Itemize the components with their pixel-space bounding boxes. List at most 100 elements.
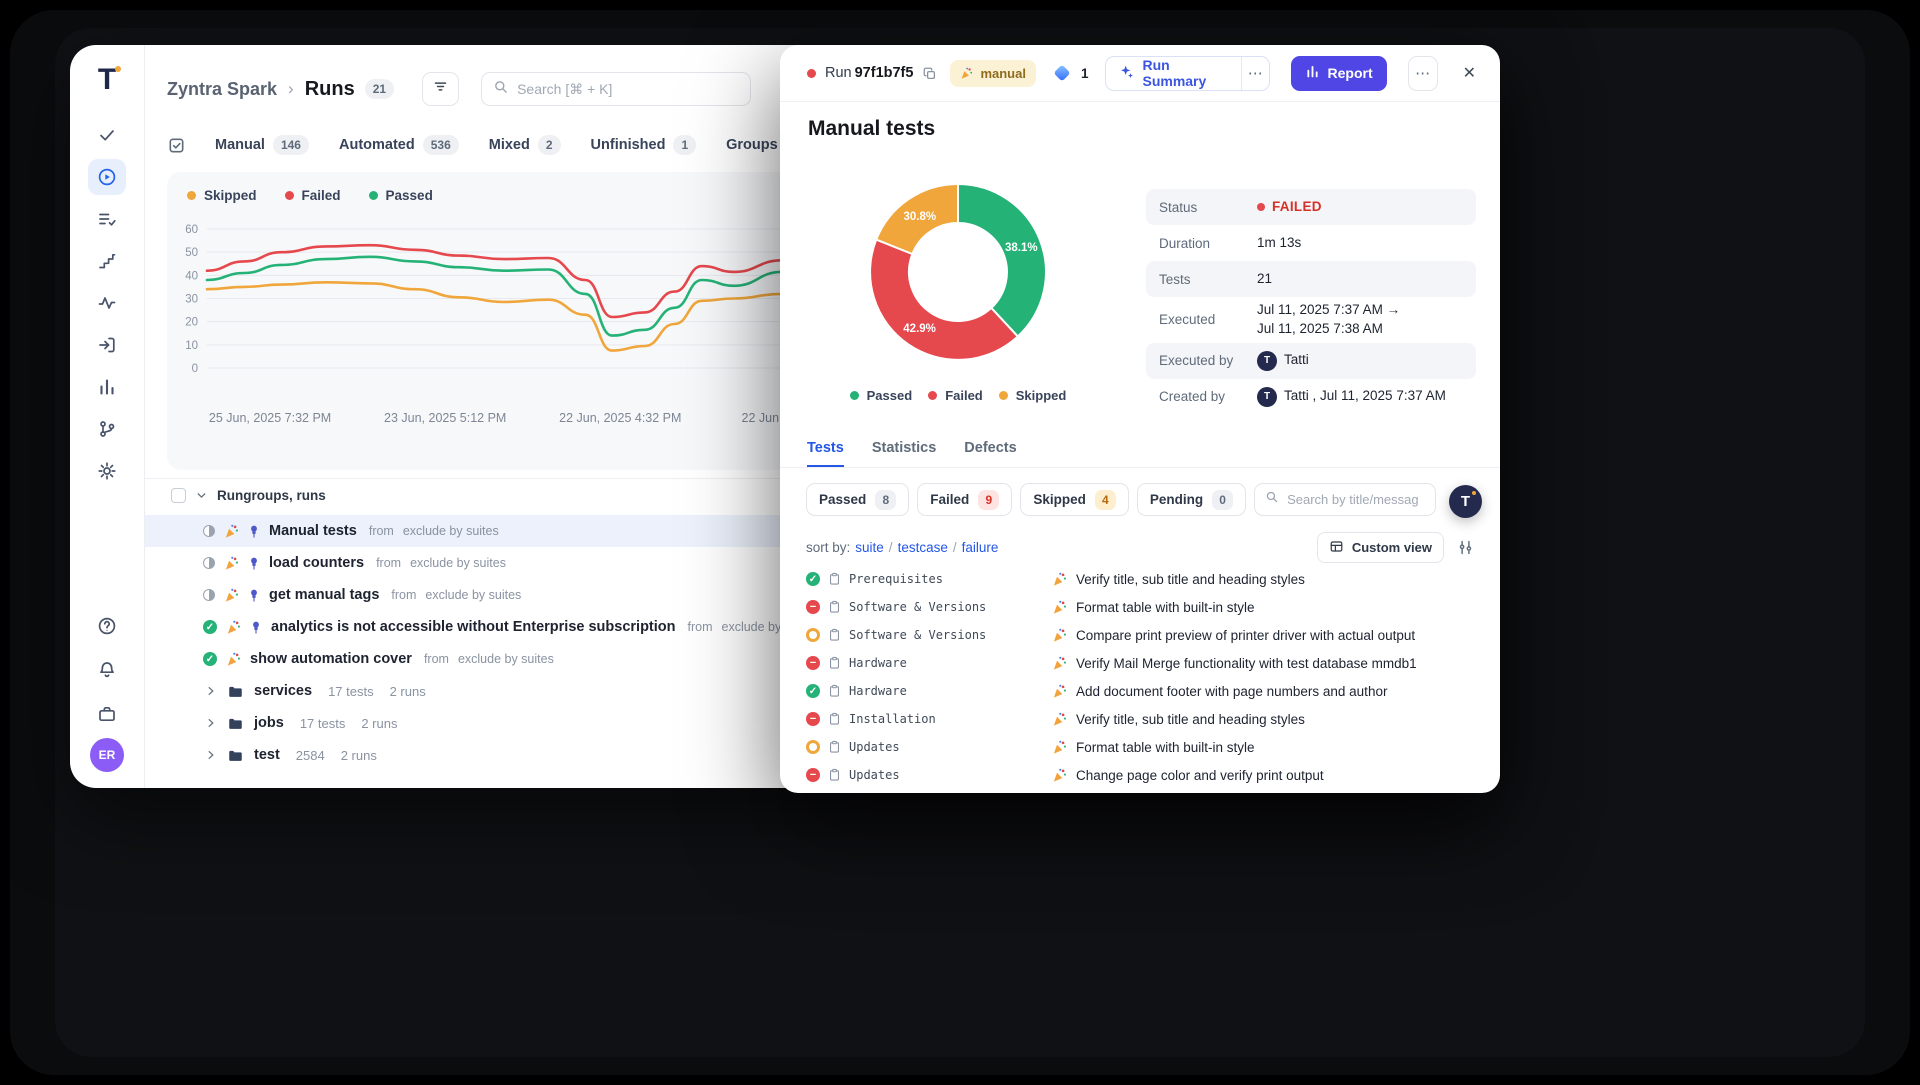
- confetti-icon: [1052, 684, 1067, 699]
- passed-icon: ✓: [806, 572, 820, 586]
- run-summary-button-group: Run Summary ⋯: [1105, 56, 1269, 91]
- sidebar-item-briefcase[interactable]: [88, 696, 126, 732]
- close-icon[interactable]: ✕: [1457, 57, 1482, 89]
- drawer-header: Run97f1b7f5 manual 1 Run Summary ⋯ Repor…: [780, 45, 1500, 102]
- tab-unfinished[interactable]: Unfinished1: [578, 129, 710, 161]
- run-details-drawer: Run97f1b7f5 manual 1 Run Summary ⋯ Repor…: [780, 45, 1500, 793]
- in-progress-icon: [203, 589, 215, 601]
- clipboard-icon: [828, 712, 841, 726]
- copy-icon[interactable]: [922, 66, 937, 81]
- sidebar-item-steps[interactable]: [88, 243, 126, 279]
- run-id: 97f1b7f5: [855, 65, 914, 81]
- test-row[interactable]: ✓HardwareAdd document footer with page n…: [806, 677, 1492, 705]
- linked-issue-icon[interactable]: [1053, 65, 1070, 82]
- test-search-input[interactable]: [1287, 492, 1425, 507]
- test-row[interactable]: −UpdatesChange page color and verify pri…: [806, 761, 1492, 789]
- svg-text:30.8%: 30.8%: [903, 211, 936, 223]
- test-row[interactable]: −InstallationVerify title, sub title and…: [806, 705, 1492, 733]
- legend-dot: [187, 191, 196, 200]
- tab-tests[interactable]: Tests: [807, 430, 844, 467]
- test-row[interactable]: Software & VersionsCompare print preview…: [806, 621, 1492, 649]
- confetti-icon: [1052, 572, 1067, 587]
- sort-by-suite[interactable]: suite: [855, 540, 884, 555]
- runs-count-badge: 21: [365, 79, 394, 99]
- sidebar-item-play-circle[interactable]: [88, 159, 126, 195]
- filter-passed[interactable]: Passed8: [806, 483, 909, 516]
- view-settings-icon[interactable]: [1457, 539, 1474, 556]
- filter-button[interactable]: [422, 72, 459, 106]
- passed-icon: ✓: [203, 652, 217, 666]
- run-summary-button[interactable]: Run Summary: [1106, 57, 1240, 90]
- legend-dot: [285, 191, 294, 200]
- sort-by-testcase[interactable]: testcase: [898, 540, 948, 555]
- confetti-icon: [1052, 768, 1067, 783]
- svg-text:42.9%: 42.9%: [903, 323, 936, 335]
- confetti-icon: [224, 588, 239, 603]
- sidebar-item-branch[interactable]: [88, 411, 126, 447]
- branch-icon: [97, 419, 117, 439]
- avatar: T: [1257, 351, 1277, 371]
- pin-icon: [250, 620, 262, 635]
- sort-by-failure[interactable]: failure: [962, 540, 999, 555]
- sidebar-item-import[interactable]: [88, 327, 126, 363]
- tab-defects[interactable]: Defects: [964, 430, 1016, 467]
- run-label: Run: [825, 65, 852, 81]
- breadcrumb-parent[interactable]: Zyntra Spark: [167, 79, 277, 100]
- test-row[interactable]: ✓PrerequisitesVerify title, sub title an…: [806, 565, 1492, 593]
- report-button[interactable]: Report: [1291, 56, 1387, 91]
- confetti-icon: [226, 620, 241, 635]
- sidebar-item-list-check[interactable]: [88, 201, 126, 237]
- run-stats-table: StatusFAILEDDuration1m 13sTests21Execute…: [1146, 189, 1476, 415]
- tab-automated[interactable]: Automated536: [326, 129, 472, 161]
- sidebar-item-activity[interactable]: [88, 285, 126, 321]
- sidebar-item-check[interactable]: [88, 117, 126, 153]
- legend-passed: Passed: [369, 188, 433, 203]
- clipboard-icon: [828, 600, 841, 614]
- chevron-right-icon[interactable]: [205, 749, 217, 761]
- drawer-more-button[interactable]: ⋯: [1408, 56, 1438, 91]
- filter-skipped[interactable]: Skipped4: [1020, 483, 1129, 516]
- donut-slice-failed: [870, 240, 1018, 360]
- svg-text:25 Jun, 2025 7:32 PM: 25 Jun, 2025 7:32 PM: [209, 411, 331, 425]
- search-input[interactable]: [517, 81, 739, 97]
- sparkles-icon: [1119, 64, 1134, 82]
- sidebar-item-gear[interactable]: [88, 453, 126, 489]
- check-icon: [97, 125, 117, 145]
- sidebar-item-help[interactable]: [88, 608, 126, 644]
- tab-mixed[interactable]: Mixed2: [476, 129, 574, 161]
- select-all-checkbox[interactable]: [171, 488, 186, 503]
- manual-badge: manual: [950, 60, 1036, 87]
- status-filter-pills: Passed8Failed9Skipped4Pending0: [806, 483, 1246, 516]
- report-chart-icon: [1305, 64, 1320, 82]
- tab-count-badge: 146: [273, 135, 309, 155]
- sidebar-item-bell[interactable]: [88, 652, 126, 688]
- chevron-right-icon[interactable]: [205, 717, 217, 729]
- filter-failed[interactable]: Failed9: [917, 483, 1012, 516]
- run-summary-more-button[interactable]: ⋯: [1241, 57, 1269, 90]
- bell-icon: [97, 660, 117, 680]
- filter-pending[interactable]: Pending0: [1137, 483, 1246, 516]
- chevron-right-icon[interactable]: [205, 685, 217, 697]
- import-icon: [97, 335, 117, 355]
- chevron-down-icon[interactable]: [195, 489, 208, 502]
- donut-slice-passed: [958, 184, 1046, 337]
- search-icon: [1265, 490, 1279, 509]
- global-search: [481, 72, 751, 106]
- select-runs-icon[interactable]: [167, 136, 186, 155]
- assistant-logo-button[interactable]: T: [1449, 485, 1482, 518]
- sidebar: T ER: [70, 45, 145, 788]
- test-row[interactable]: −Software & VersionsFormat table with bu…: [806, 593, 1492, 621]
- test-row[interactable]: −HardwareVerify Mail Merge functionality…: [806, 649, 1492, 677]
- tab-manual[interactable]: Manual146: [202, 129, 322, 161]
- failed-icon: −: [806, 768, 820, 782]
- activity-icon: [97, 293, 117, 313]
- breadcrumb-separator: ›: [288, 79, 294, 99]
- test-row[interactable]: UpdatesFormat table with built-in style: [806, 733, 1492, 761]
- sidebar-nav: [88, 117, 126, 489]
- app-logo[interactable]: T: [98, 65, 116, 95]
- stat-row: ExecutedJul 11, 2025 7:37 AM →Jul 11, 20…: [1146, 297, 1476, 343]
- user-avatar[interactable]: ER: [90, 738, 124, 772]
- sidebar-item-bar-chart[interactable]: [88, 369, 126, 405]
- custom-view-button[interactable]: Custom view: [1317, 532, 1444, 563]
- tab-statistics[interactable]: Statistics: [872, 430, 936, 467]
